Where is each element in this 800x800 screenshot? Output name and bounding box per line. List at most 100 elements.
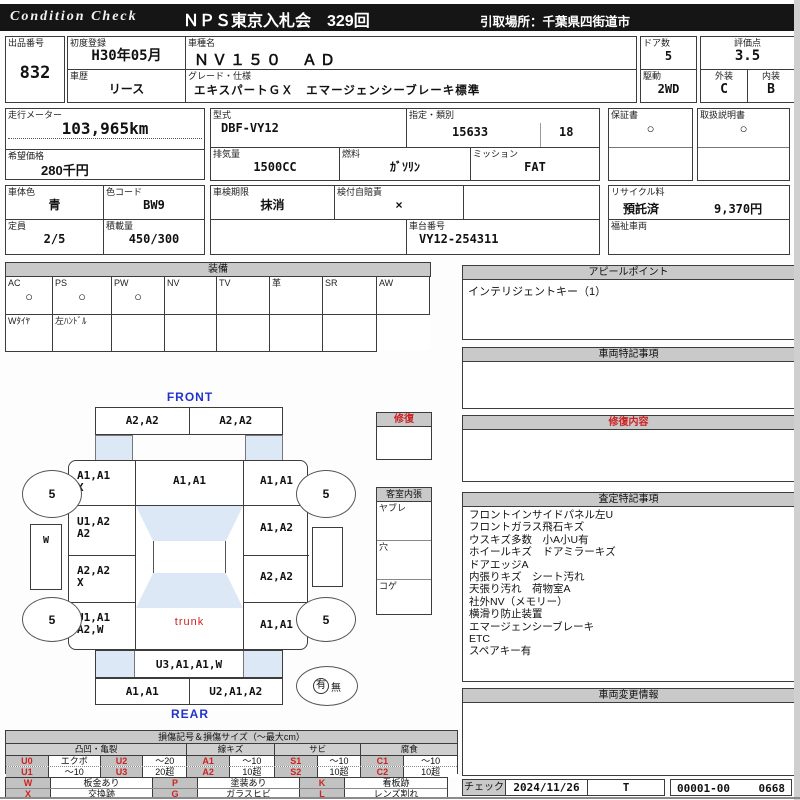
- assessment-line: 内張りキズ シート汚れ: [469, 571, 585, 584]
- equipment-cell-ac: AC ○: [5, 277, 53, 315]
- legend-desc: エクボ: [48, 756, 101, 766]
- field-warranty-book-label: 保証書: [611, 110, 639, 120]
- legend-desc: ～10: [48, 767, 101, 777]
- field-load-capacity-label: 積載量: [106, 221, 134, 231]
- legend-group: 凸凹・亀裂: [6, 744, 188, 755]
- panel-assessment-notes: 査定特記事項 フロントインサイドパネル左U フロントガラス飛石キズ ウスキズ多数…: [462, 492, 795, 682]
- field-chassis-number-label: 車台番号: [409, 221, 446, 231]
- cabin-row-label: 穴: [379, 542, 389, 552]
- legend-mark-desc: 板金あり: [51, 778, 153, 788]
- assessment-line: ドアエッジA: [469, 558, 529, 571]
- equipment-extra-cell: [112, 315, 165, 352]
- diagram-trunk-label: trunk: [174, 616, 205, 628]
- legend-title: 損傷記号＆損傷サイズ（～最大cm）: [6, 731, 457, 744]
- diagram-side-step-left: W: [30, 524, 62, 590]
- equipment-value: ○: [25, 289, 33, 304]
- field-lot-number-value: 832: [19, 63, 51, 83]
- field-fuel-value: ｶﾞｿﾘﾝ: [389, 160, 420, 174]
- legend-desc: ～10: [230, 756, 275, 766]
- equipment-extra-label: [112, 315, 164, 317]
- field-owners-manual: 取扱説明書 ○: [697, 108, 790, 181]
- field-doors: ドア数 5: [640, 36, 697, 70]
- damage-codes: A2,A2: [77, 564, 111, 577]
- equipment-label: SR: [325, 278, 338, 288]
- diagram-door-rear-left: A2,A2 X: [69, 556, 136, 603]
- field-grade-value: エキスパートＧＸ エマージェンシーブレーキ標準: [194, 85, 481, 97]
- cabin-row-burn: コゲ: [377, 580, 431, 617]
- diagram-tire-rear-left: 5: [22, 597, 82, 642]
- legend-code: C2: [361, 767, 405, 777]
- diagram-tailgate-strip: U3,A1,A1,W: [95, 650, 283, 678]
- pickup-location: 引取場所：千葉県四街道市: [480, 15, 631, 29]
- appeal-line: インテリジェントキー（1）: [468, 286, 607, 298]
- field-welfare-vehicle-label: 福祉車両: [611, 221, 648, 231]
- diagram-roof: [153, 541, 226, 573]
- spare-no: 無: [331, 682, 341, 694]
- field-body-color-label: 車体色: [8, 187, 36, 197]
- cabin-row-hole: 穴: [377, 541, 431, 580]
- equipment-extra-cell: [323, 315, 377, 352]
- field-chassis-number: 車台番号 VY12-254311: [406, 219, 600, 255]
- diagram-front-bumper-right: A2,A2: [219, 414, 253, 427]
- field-owners-manual-value: ○: [739, 121, 748, 136]
- legend-group: 腐食: [361, 744, 458, 755]
- field-odometer-value: 103,965km: [8, 121, 202, 139]
- legend-code: U1: [6, 767, 49, 777]
- equipment-cell-tv: TV: [217, 277, 270, 315]
- field-type-class: 指定・類別 15633 18: [406, 108, 600, 149]
- legend-desc: 20超: [143, 767, 188, 777]
- equipment-extra-cell: Wﾀｲﾔ: [5, 315, 53, 352]
- legend-group: 線キズ: [187, 744, 275, 755]
- field-recycle-fee-label: リサイクル料: [611, 187, 665, 197]
- legend-row-2: U1 ～10 U3 20超 A2 10超 S2 10超 C2 10超: [6, 767, 458, 777]
- check-date-cell: 2024/11/26: [505, 779, 588, 796]
- field-model-code-label: 型式: [213, 110, 232, 120]
- auction-condition-sheet: Condition Check ＮＰＳ東京入札会 329回 引取場所：千葉県四街…: [0, 0, 800, 800]
- legend-desc: 10超: [404, 767, 458, 777]
- diagram-rear-bumper-left: A1,A1: [96, 679, 190, 704]
- field-displacement: 排気量 1500CC: [210, 147, 340, 181]
- cabin-interior-box: 客室内張 ヤブレ 穴 コゲ: [376, 487, 432, 615]
- legend-code: A2: [187, 767, 231, 777]
- cabin-row-tear: ヤブレ: [377, 502, 431, 541]
- diagram-side-step-right: [312, 527, 343, 587]
- header-bar: Condition Check ＮＰＳ東京入札会 329回 引取場所：千葉県四街…: [0, 4, 800, 31]
- check-code-cell: 00001-00 0668: [670, 779, 792, 796]
- diagram-windshield: [136, 506, 243, 541]
- tire-depth-value: 5: [322, 487, 330, 501]
- legend-code: S1: [274, 756, 318, 766]
- equipment-label: PW: [114, 278, 129, 288]
- legend-code: U3: [100, 767, 144, 777]
- legend-marks-row-1: W 板金あり P 塗装あり K 看板跡: [6, 778, 447, 789]
- field-exterior-grade-label: 外装: [714, 71, 733, 81]
- panel-vehicle-notes: 車両特記事項: [462, 347, 795, 409]
- field-body-color-value: 青: [48, 198, 61, 212]
- field-warranty-book: 保証書 ○: [608, 108, 693, 181]
- field-owners-manual-label: 取扱説明書: [700, 110, 746, 120]
- equipment-label: PS: [55, 278, 68, 288]
- field-inspection-expiry-value: 抹消: [260, 198, 285, 212]
- field-model-name-label: 車種名: [188, 38, 216, 48]
- diagram-pillar-right: [245, 435, 283, 461]
- diagram-tailgate-corner-right: [243, 651, 282, 677]
- field-first-registration: 初度登録 H30年05月: [67, 36, 185, 70]
- legend-group-row: 凸凹・亀裂 線キズ サビ 腐食: [6, 744, 458, 756]
- divider: [609, 147, 692, 148]
- equipment-cell-pw: PW ○: [112, 277, 165, 315]
- equipment-label: NV: [167, 278, 180, 288]
- equipment-row-extra: Wﾀｲﾔ 左ﾊﾝﾄﾞﾙ: [5, 315, 431, 352]
- bottom-edge-line: [0, 797, 800, 799]
- damage-codes: X: [77, 482, 135, 494]
- legend-mark-code: P: [153, 778, 198, 788]
- empty-cell: [210, 219, 407, 255]
- cabin-row-label: コゲ: [379, 581, 398, 591]
- diagram-tailgate-corner-left: [96, 651, 135, 677]
- field-warranty-book-value: ○: [646, 121, 655, 136]
- damage-codes: A2,W: [77, 623, 104, 636]
- field-displacement-value: 1500CC: [253, 160, 297, 174]
- field-capacity: 定員 2/5: [5, 219, 104, 255]
- repair-flag-box: 修復: [376, 412, 432, 460]
- divider: [698, 147, 789, 148]
- legend-desc: 10超: [317, 767, 362, 777]
- equipment-cell-aw: AW: [377, 277, 430, 315]
